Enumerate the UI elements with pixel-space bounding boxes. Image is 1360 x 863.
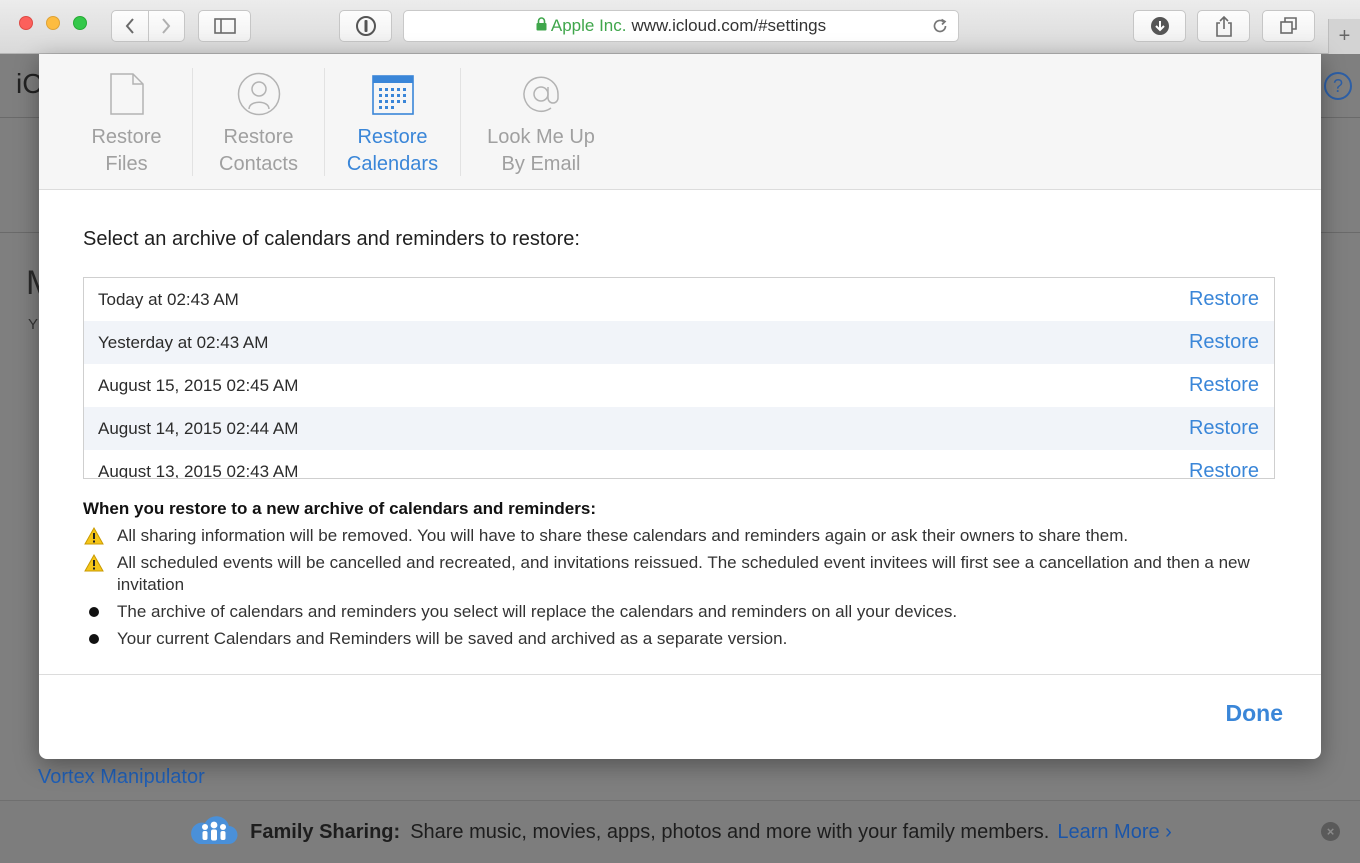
restore-link[interactable]: Restore [1189,460,1259,478]
tab-overview-button[interactable] [1262,10,1315,42]
restore-link[interactable]: Restore [1189,374,1259,397]
window-minimize-button[interactable] [46,16,60,30]
tab-restore-contacts[interactable]: Restore Contacts [193,54,324,189]
history-nav-group [111,10,185,42]
tab-restore-calendars[interactable]: Restore Calendars [325,54,460,189]
tab-label: Restore Calendars [346,126,439,175]
learn-more-link[interactable]: Learn More › [1057,821,1172,844]
address-bar[interactable]: Apple Inc. www.icloud.com/#settings [403,10,959,42]
warning-icon [83,552,117,572]
certificate-org: Apple Inc. [550,16,627,35]
dialog-tab-bar: Restore Files Restore Contacts Restore C… [39,54,1321,190]
tab-label: Restore Files [91,126,162,175]
dialog-prompt: Select an archive of calendars and remin… [83,228,580,250]
restore-notes: When you restore to a new archive of cal… [83,499,1275,650]
chevron-right-icon [162,18,171,34]
at-sign-icon [519,68,563,116]
archive-date: August 13, 2015 02:43 AM [98,461,299,479]
calendar-icon [371,68,414,116]
family-cloud-icon [188,812,238,852]
note-item: The archive of calendars and reminders y… [83,601,1275,623]
download-icon [1150,17,1169,35]
dialog-footer: Done [39,674,1321,759]
device-link[interactable]: Vortex Manipulator [38,766,205,789]
list-item: August 14, 2015 02:44 AM Restore [84,407,1274,450]
restore-link[interactable]: Restore [1189,288,1259,311]
back-button[interactable] [112,11,148,41]
tab-label: Restore Contacts [219,126,298,175]
family-sharing-banner: Family Sharing: Share music, movies, app… [0,800,1360,863]
archive-date: Today at 02:43 AM [98,289,239,309]
note-text: The archive of calendars and reminders y… [117,602,958,621]
close-banner-button[interactable]: × [1321,822,1340,841]
list-item: Yesterday at 02:43 AM Restore [84,321,1274,364]
list-item: August 15, 2015 02:45 AM Restore [84,364,1274,407]
section-subtext: Y [28,316,39,333]
tab-label: Look Me Up By Email [487,126,595,175]
done-button[interactable]: Done [1226,700,1284,727]
note-item: All sharing information will be removed.… [83,525,1275,547]
password-icon [355,16,376,36]
family-sharing-text: Share music, movies, apps, photos and mo… [410,820,1050,843]
browser-toolbar: Apple Inc. www.icloud.com/#settings + [0,0,1360,54]
share-icon [1215,15,1232,37]
archive-date: August 14, 2015 02:44 AM [98,418,299,438]
sidebar-icon [213,18,236,34]
note-text: All sharing information will be removed.… [117,526,1129,545]
password-manager-button[interactable] [339,10,392,42]
new-tab-button[interactable]: + [1328,19,1360,54]
list-item: Today at 02:43 AM Restore [84,278,1274,321]
tab-look-me-up[interactable]: Look Me Up By Email [461,54,621,189]
note-item: Your current Calendars and Reminders wil… [83,628,1275,650]
help-button[interactable]: ? [1324,72,1352,100]
restore-link[interactable]: Restore [1189,417,1259,440]
restore-link[interactable]: Restore [1189,331,1259,354]
dialog-content: Select an archive of calendars and remin… [39,190,1321,650]
url-text: www.icloud.com/#settings [631,16,827,35]
bullet-icon [83,628,117,644]
tabs-icon [1279,17,1297,34]
share-button[interactable] [1197,10,1250,42]
notes-heading: When you restore to a new archive of cal… [83,499,596,518]
sidebar-button[interactable] [198,10,251,42]
note-text: All scheduled events will be cancelled a… [117,553,1250,594]
forward-button[interactable] [147,11,184,41]
archive-list[interactable]: Today at 02:43 AM Restore Yesterday at 0… [83,277,1275,479]
window-close-button[interactable] [19,16,33,30]
family-sharing-title: Family Sharing: [250,820,401,843]
downloads-button[interactable] [1133,10,1186,42]
chevron-left-icon [125,18,134,34]
advanced-settings-dialog: Restore Files Restore Contacts Restore C… [39,54,1321,759]
archive-date: Yesterday at 02:43 AM [98,332,269,352]
lock-icon [536,16,547,36]
person-icon [237,68,281,116]
reload-icon[interactable] [931,17,949,40]
window-zoom-button[interactable] [73,16,87,30]
note-text: Your current Calendars and Reminders wil… [117,629,788,648]
tab-restore-files[interactable]: Restore Files [61,54,192,189]
list-item: August 13, 2015 02:43 AM Restore [84,450,1274,479]
document-icon [109,68,145,116]
archive-date: August 15, 2015 02:45 AM [98,375,299,395]
warning-icon [83,525,117,545]
bullet-icon [83,601,117,617]
note-item: All scheduled events will be cancelled a… [83,552,1275,596]
